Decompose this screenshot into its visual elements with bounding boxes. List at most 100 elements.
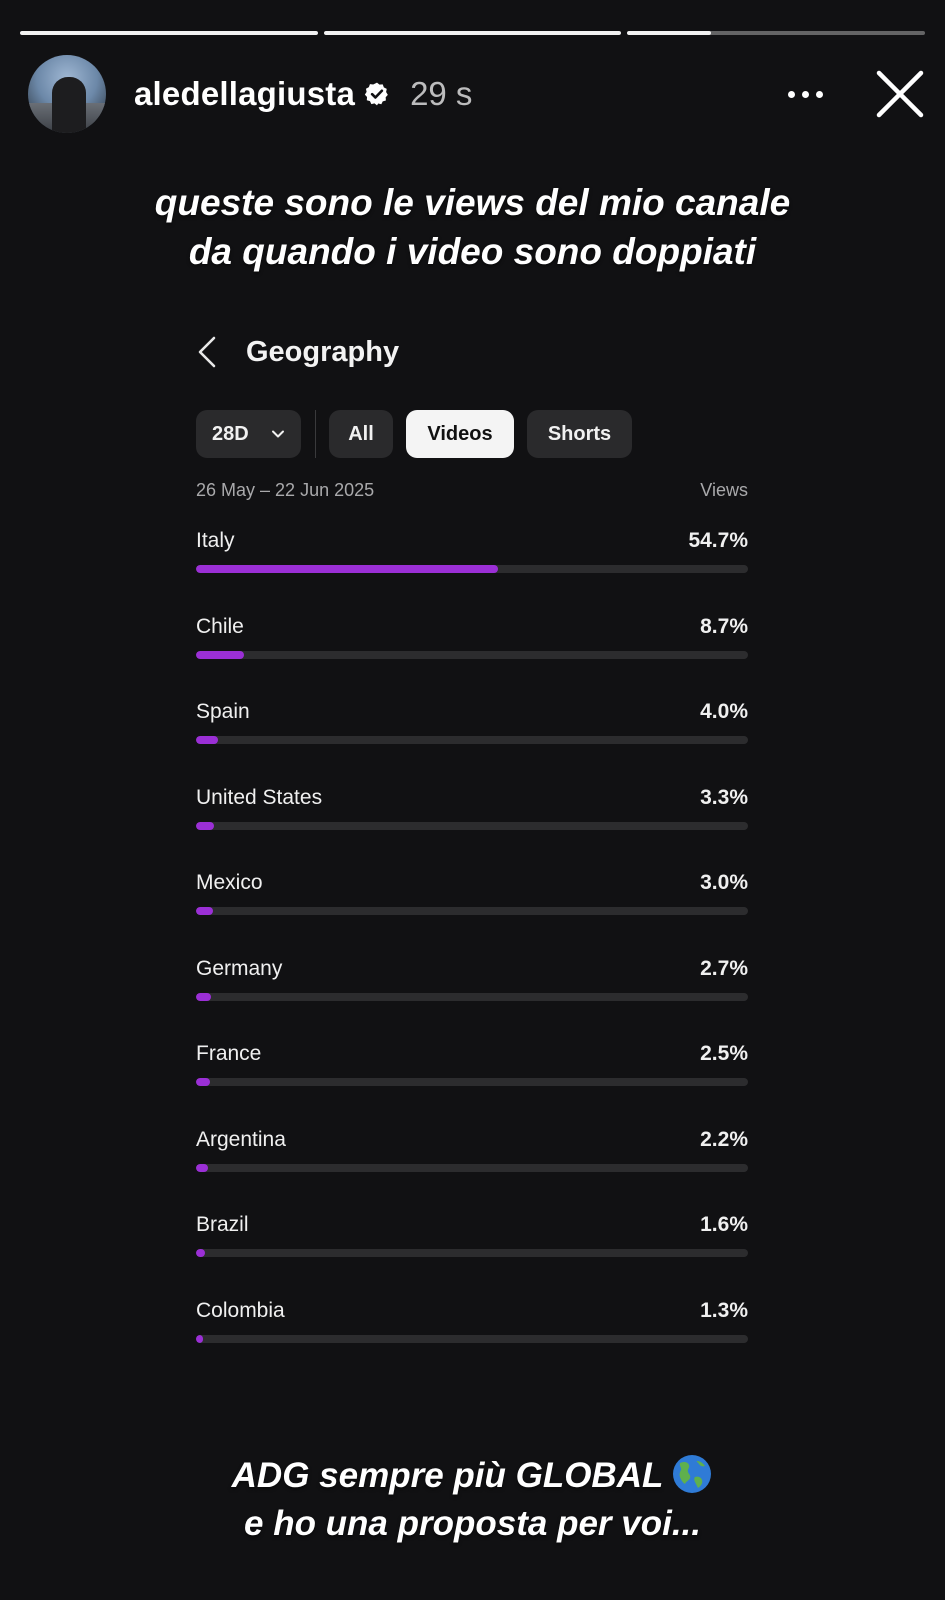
- more-options-icon[interactable]: [788, 90, 823, 98]
- country-list: Italy 54.7% Chile 8.7% Spain 4.0% United State…: [196, 527, 748, 1382]
- bar-track: [196, 650, 748, 659]
- country-percentage: 2.2%: [700, 1127, 748, 1151]
- country-percentage: 2.5%: [700, 1042, 748, 1065]
- caption-line: ADG sempre più GLOBAL: [0, 1452, 945, 1500]
- country-name: Argentina: [196, 1127, 286, 1151]
- tab-shorts[interactable]: Shorts: [527, 410, 632, 458]
- country-row: Colombia 1.3%: [196, 1297, 748, 1383]
- bar-fill: [196, 992, 211, 1001]
- country-percentage: 1.6%: [700, 1213, 748, 1236]
- story-caption-top: queste sono le views del mio canale da q…: [0, 178, 945, 276]
- country-row: Germany 2.7%: [196, 955, 748, 1041]
- country-row: Argentina 2.2%: [196, 1126, 748, 1212]
- verified-badge-icon: [364, 82, 388, 106]
- story-progress-segment: [627, 31, 926, 35]
- bar-track: [196, 1249, 748, 1257]
- country-row: France 2.5%: [196, 1040, 748, 1126]
- country-row-header: Chile 8.7%: [196, 613, 748, 641]
- globe-icon: [673, 1455, 712, 1493]
- country-percentage: 2.7%: [700, 956, 748, 980]
- bar-fill: [196, 565, 498, 573]
- period-dropdown[interactable]: 28D: [196, 410, 301, 458]
- bar-track: [196, 1163, 748, 1172]
- caption-line: da quando i video sono doppiati: [188, 231, 757, 272]
- country-row: United States 3.3%: [196, 784, 748, 870]
- bar-track: [196, 736, 748, 744]
- story-caption-bottom: ADG sempre più GLOBAL e ho una proposta …: [0, 1452, 945, 1548]
- avatar-person: [52, 77, 86, 133]
- country-name: Brazil: [196, 1213, 249, 1236]
- geography-panel: Geography 28D All Videos Shorts 26 May –…: [196, 330, 748, 1382]
- country-row: Chile 8.7%: [196, 613, 748, 699]
- page-title: Geography: [246, 335, 400, 368]
- story-progress-fill: [323, 31, 622, 35]
- country-row: Spain 4.0%: [196, 698, 748, 784]
- period-label: 28D: [212, 422, 249, 445]
- country-percentage: 54.7%: [688, 529, 748, 552]
- more-dot: [788, 90, 795, 98]
- bar-track: [196, 992, 748, 1001]
- country-row: Italy 54.7%: [196, 527, 748, 613]
- country-name: Mexico: [196, 871, 263, 894]
- bar-fill: [196, 1334, 204, 1343]
- bar-track: [196, 907, 748, 915]
- bar-fill: [196, 907, 213, 915]
- country-row-header: United States 3.3%: [196, 784, 748, 812]
- meta-row: 26 May – 22 Jun 2025 Views: [196, 480, 748, 501]
- country-percentage: 3.0%: [700, 871, 748, 894]
- bar-fill: [196, 736, 219, 744]
- country-row-header: Brazil 1.6%: [196, 1211, 748, 1239]
- country-name: Italy: [196, 529, 235, 552]
- story-progress-segment: [323, 31, 622, 35]
- country-percentage: 8.7%: [700, 614, 748, 638]
- bar-fill: [196, 650, 245, 659]
- username[interactable]: aledellagiusta: [134, 75, 355, 113]
- caption-line: e ho una proposta per voi...: [244, 1504, 701, 1543]
- country-row-header: Germany 2.7%: [196, 955, 748, 983]
- country-row: Mexico 3.0%: [196, 869, 748, 955]
- bar-fill: [196, 1249, 205, 1257]
- back-chevron-icon[interactable]: [196, 335, 218, 369]
- filter-bar: 28D All Videos Shorts: [196, 410, 748, 458]
- country-name: United States: [196, 785, 323, 809]
- country-percentage: 3.3%: [700, 785, 748, 809]
- country-name: France: [196, 1042, 262, 1065]
- story-header: aledellagiusta 29 s: [28, 55, 925, 133]
- avatar[interactable]: [28, 55, 106, 133]
- bar-fill: [196, 821, 215, 830]
- bar-fill: [196, 1163, 209, 1172]
- bar-track: [196, 1078, 748, 1086]
- bar-track: [196, 565, 748, 573]
- country-row-header: France 2.5%: [196, 1040, 748, 1068]
- country-name: Spain: [196, 700, 250, 723]
- metric-label: Views: [700, 480, 748, 500]
- country-row-header: Italy 54.7%: [196, 527, 748, 555]
- country-percentage: 4.0%: [700, 700, 748, 723]
- country-name: Germany: [196, 956, 283, 980]
- country-percentage: 1.3%: [700, 1298, 748, 1322]
- country-row-header: Spain 4.0%: [196, 698, 748, 726]
- bar-track: [196, 1334, 748, 1343]
- story-progress-fill: [20, 31, 318, 35]
- country-row-header: Mexico 3.0%: [196, 869, 748, 897]
- country-row-header: Argentina 2.2%: [196, 1126, 748, 1154]
- tab-all[interactable]: All: [329, 410, 393, 458]
- more-dot: [816, 90, 823, 98]
- close-icon[interactable]: [875, 69, 925, 119]
- caption-text: ADG sempre più GLOBAL: [231, 1456, 664, 1495]
- caption-line: queste sono le views del mio canale: [154, 182, 791, 223]
- tab-videos[interactable]: Videos: [406, 410, 514, 458]
- country-name: Chile: [196, 614, 244, 638]
- chevron-down-icon: [272, 430, 284, 438]
- bar-fill: [196, 1078, 210, 1086]
- country-name: Colombia: [196, 1298, 285, 1322]
- bar-track: [196, 821, 748, 830]
- filter-divider: [315, 410, 316, 458]
- country-row-header: Colombia 1.3%: [196, 1297, 748, 1325]
- story-timestamp: 29 s: [410, 75, 473, 112]
- more-dot: [802, 90, 809, 98]
- date-range: 26 May – 22 Jun 2025: [196, 480, 375, 500]
- story-progress-segment: [20, 31, 318, 35]
- story-progress-fill: [627, 31, 711, 35]
- country-row: Brazil 1.6%: [196, 1211, 748, 1297]
